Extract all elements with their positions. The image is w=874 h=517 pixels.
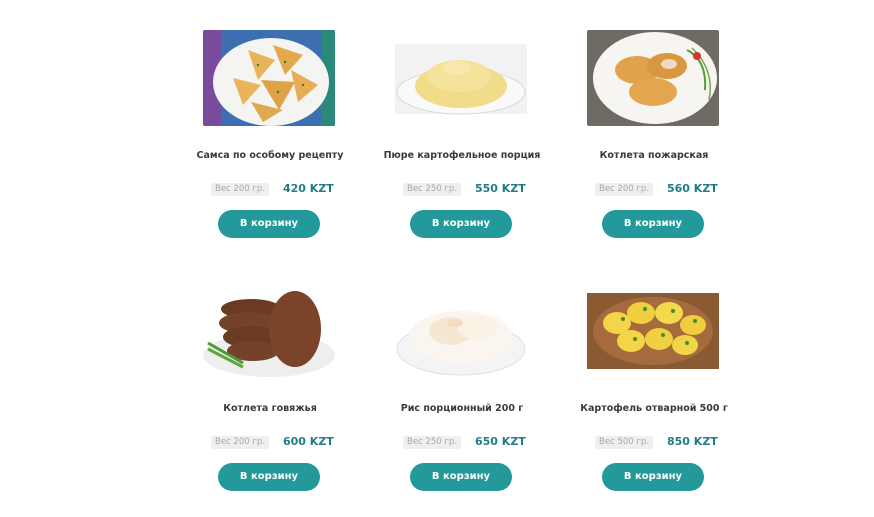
product-card: Самса по особому рецепту Вес 200 гр. 420… [190,30,350,260]
product-card: Котлета говяжья Вес 200 гр. 600 KZT В ко… [190,283,350,513]
add-to-cart-button[interactable]: В корзину [602,463,704,491]
samsa-image[interactable] [203,30,335,126]
product-weight: Вес 200 гр. [211,436,269,449]
product-price: 650 KZT [475,435,526,448]
product-title: Котлета говяжья [223,403,317,414]
product-price: 550 KZT [475,182,526,195]
product-card: Пюре картофельное порция Вес 250 гр. 550… [382,30,542,260]
pozharsky-cutlet-image[interactable] [587,30,719,126]
add-to-cart-button[interactable]: В корзину [602,210,704,238]
product-weight: Вес 200 гр. [595,183,653,196]
product-price: 420 KZT [283,182,334,195]
product-grid: Самса по особому рецепту Вес 200 гр. 420… [0,0,874,517]
product-title: Рис порционный 200 г [400,403,524,414]
product-card: Картофель отварной 500 г Вес 500 гр. 850… [574,283,734,513]
product-title: Котлета пожарская [599,150,709,161]
product-title: Пюре картофельное порция [383,150,541,161]
product-title: Картофель отварной 500 г [580,403,728,414]
product-card: Рис порционный 200 г Вес 250 гр. 650 KZT… [382,283,542,513]
mashed-potatoes-image[interactable] [395,30,527,126]
product-price: 600 KZT [283,435,334,448]
product-card: Котлета пожарская Вес 200 гр. 560 KZT В … [574,30,734,260]
add-to-cart-button[interactable]: В корзину [410,210,512,238]
rice-image[interactable] [395,283,527,379]
add-to-cart-button[interactable]: В корзину [218,463,320,491]
add-to-cart-button[interactable]: В корзину [218,210,320,238]
product-title: Самса по особому рецепту [196,150,344,161]
boiled-potatoes-image[interactable] [587,283,719,379]
beef-cutlet-image[interactable] [203,283,335,379]
product-weight: Вес 250 гр. [403,436,461,449]
product-weight: Вес 500 гр. [595,436,653,449]
product-weight: Вес 250 гр. [403,183,461,196]
product-price: 560 KZT [667,182,718,195]
product-price: 850 KZT [667,435,718,448]
add-to-cart-button[interactable]: В корзину [410,463,512,491]
product-weight: Вес 200 гр. [211,183,269,196]
